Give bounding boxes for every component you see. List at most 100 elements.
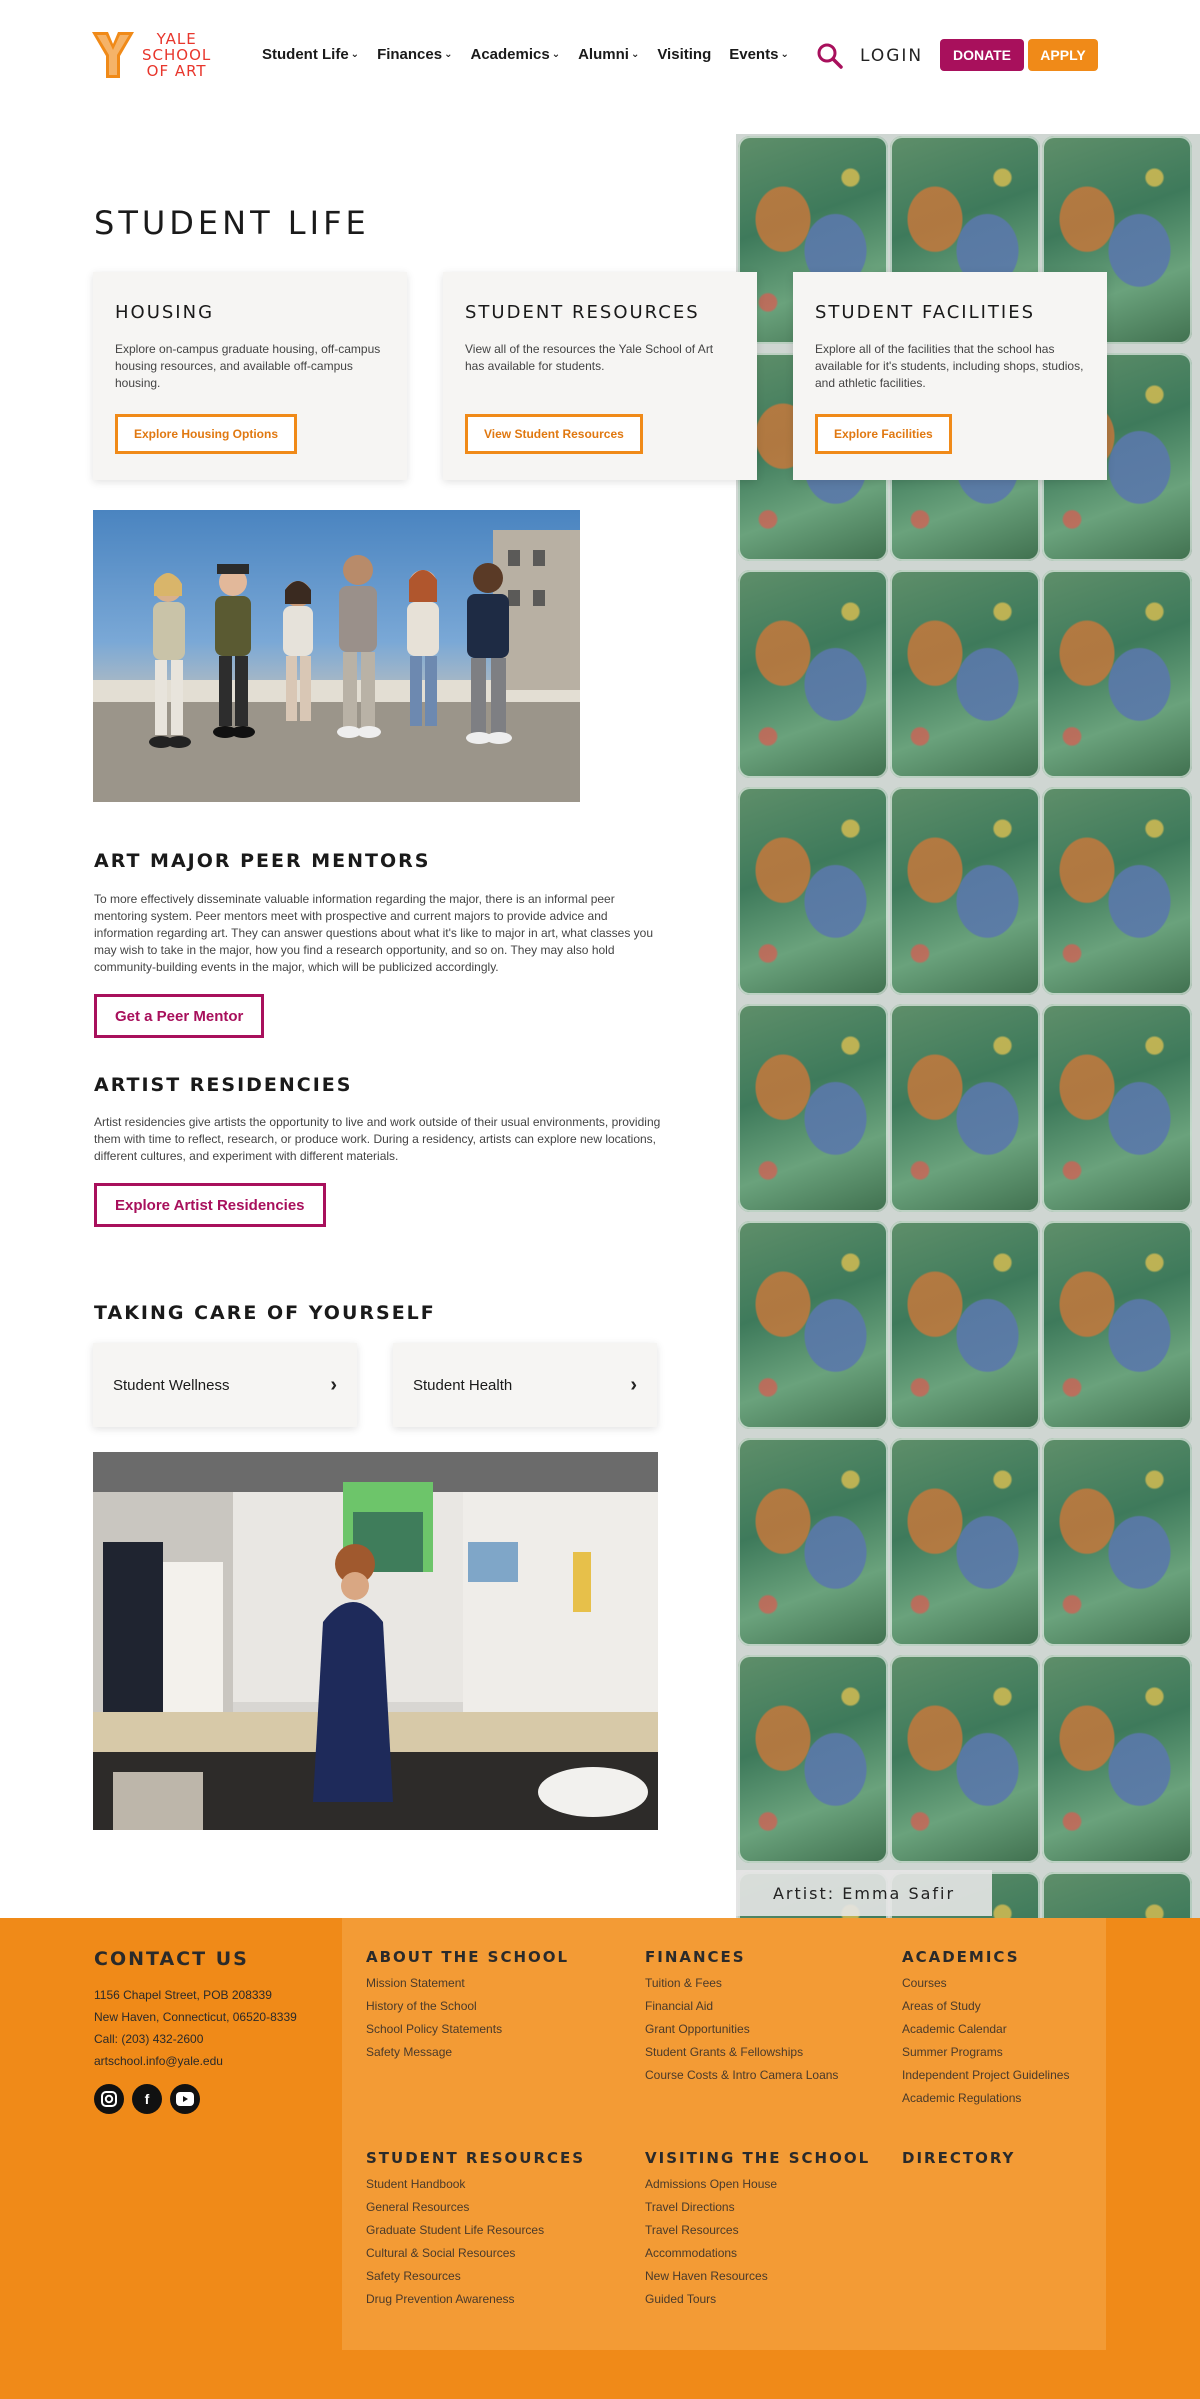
chevron-right-icon: › (330, 1373, 337, 1396)
footer-directory-heading[interactable]: DIRECTORY (902, 2149, 1015, 2167)
logo-line-3: OF ART (146, 62, 207, 80)
explore-housing-button[interactable]: Explore Housing Options (115, 414, 298, 454)
footer-about-heading: ABOUT THE SCHOOL (366, 1948, 570, 1966)
footer-link[interactable]: Cultural & Social Resources (366, 2242, 544, 2265)
care-label: Student Wellness (113, 1376, 230, 1394)
view-student-resources-button[interactable]: View Student Resources (465, 414, 643, 454)
card-title: STUDENT FACILITIES (815, 302, 1036, 323)
chevron-right-icon: › (630, 1373, 637, 1396)
footer-link[interactable]: Financial Aid (645, 1995, 838, 2018)
nav-alumni[interactable]: Alumni ⌄ (578, 46, 639, 63)
card-title: HOUSING (115, 302, 215, 323)
artwork-tile (1042, 1655, 1192, 1863)
footer-link[interactable]: Safety Resources (366, 2265, 544, 2288)
phone-number[interactable]: Call: (203) 432-2600 (94, 2028, 297, 2050)
students-photo-illustration (93, 530, 580, 802)
youtube-icon[interactable] (170, 2084, 200, 2114)
card-description: Explore all of the facilities that the s… (815, 342, 1084, 390)
artwork-tile (1042, 1221, 1192, 1429)
footer-link[interactable]: Mission Statement (366, 1972, 502, 1995)
footer-link[interactable]: Independent Project Guidelines (902, 2064, 1069, 2087)
artwork-tile (738, 1221, 888, 1429)
footer-link[interactable]: Travel Directions (645, 2196, 777, 2219)
artwork-tile (890, 1004, 1040, 1212)
address-line-2: New Haven, Connecticut, 06520-8339 (94, 2010, 297, 2024)
explore-facilities-button[interactable]: Explore Facilities (815, 414, 952, 454)
nav-finances[interactable]: Finances ⌄ (377, 46, 452, 63)
artwork-tile (738, 787, 888, 995)
nav-visiting[interactable]: Visiting (657, 46, 711, 63)
search-icon[interactable] (816, 42, 844, 70)
nav-academics[interactable]: Academics ⌄ (470, 46, 560, 63)
contact-us-heading: CONTACT US (94, 1948, 249, 1970)
footer-link[interactable]: Student Handbook (366, 2173, 544, 2196)
artwork-tile (890, 1438, 1040, 1646)
footer-link[interactable]: Guided Tours (645, 2288, 777, 2311)
footer-link[interactable]: Course Costs & Intro Camera Loans (645, 2064, 838, 2087)
artwork-tile (890, 1655, 1040, 1863)
artwork-tile (738, 1438, 888, 1646)
logo-line-2: SCHOOL (142, 46, 212, 64)
artwork-tile (1042, 787, 1192, 995)
logo-wordmark: YALE SCHOOL OF ART (142, 31, 211, 79)
footer-link[interactable]: Areas of Study (902, 1995, 1069, 2018)
nav-student-life[interactable]: Student Life ⌄ (262, 46, 359, 63)
nav-label: Student Life (262, 46, 349, 63)
footer-link[interactable]: History of the School (366, 1995, 502, 2018)
login-link[interactable]: LOGIN (860, 46, 923, 66)
chevron-down-icon: ⌄ (630, 49, 640, 60)
peer-mentors-text: To more effectively disseminate valuable… (94, 892, 654, 974)
chevron-down-icon: ⌄ (444, 49, 453, 60)
footer-link[interactable]: Student Grants & Fellowships (645, 2041, 838, 2064)
page-title: STUDENT LIFE (94, 204, 370, 242)
explore-artist-residencies-button[interactable]: Explore Artist Residencies (94, 1183, 326, 1227)
y-logo-icon (92, 32, 134, 78)
artwork-tile (738, 1655, 888, 1863)
logo-line-1: YALE (156, 30, 197, 48)
artwork-tile (890, 1221, 1040, 1429)
apply-button[interactable]: APPLY (1028, 39, 1098, 71)
footer-link[interactable]: Academic Calendar (902, 2018, 1069, 2041)
card-title: STUDENT RESOURCES (465, 302, 700, 323)
footer-link[interactable]: Graduate Student Life Resources (366, 2219, 544, 2242)
footer-link[interactable]: Tuition & Fees (645, 1972, 838, 1995)
artwork-tile (1042, 1004, 1192, 1212)
footer-student-resources-heading: STUDENT RESOURCES (366, 2149, 586, 2167)
artist-residencies-heading: ARTIST RESIDENCIES (94, 1074, 353, 1096)
artwork-tile (1042, 1872, 1192, 1918)
footer-link[interactable]: Travel Resources (645, 2219, 777, 2242)
yale-school-of-art-logo[interactable]: YALE SCHOOL OF ART (90, 30, 211, 80)
footer-about-links: Mission Statement History of the School … (366, 1972, 502, 2064)
artwork-tile (890, 570, 1040, 778)
footer-link[interactable]: Safety Message (366, 2041, 502, 2064)
instagram-icon[interactable] (94, 2084, 124, 2114)
footer-link[interactable]: School Policy Statements (366, 2018, 502, 2041)
peer-mentors-heading: ART MAJOR PEER MENTORS (94, 850, 431, 872)
footer-link[interactable]: Accommodations (645, 2242, 777, 2265)
nav-events[interactable]: Events ⌄ (729, 46, 789, 63)
donate-button[interactable]: DONATE (940, 39, 1024, 71)
student-wellness-link[interactable]: Student Wellness › (93, 1343, 357, 1427)
footer-visiting-heading: VISITING THE SCHOOL (645, 2149, 871, 2167)
nav-label: Events (729, 46, 779, 63)
footer-link[interactable]: Grant Opportunities (645, 2018, 838, 2041)
facebook-glyph: f (144, 2091, 150, 2107)
nav-label: Alumni (578, 46, 629, 63)
email-link[interactable]: artschool.info@yale.edu (94, 2050, 297, 2072)
card-description: View all of the resources the Yale Schoo… (465, 342, 714, 373)
footer-link[interactable]: General Resources (366, 2196, 544, 2219)
student-health-link[interactable]: Student Health › (393, 1343, 657, 1427)
site-header: YALE SCHOOL OF ART Student Life ⌄ Finance… (0, 0, 1200, 112)
footer-link[interactable]: New Haven Resources (645, 2265, 777, 2288)
footer-link[interactable]: Summer Programs (902, 2041, 1069, 2064)
footer-link[interactable]: Drug Prevention Awareness (366, 2288, 544, 2311)
get-peer-mentor-button[interactable]: Get a Peer Mentor (94, 994, 265, 1038)
care-label: Student Health (413, 1376, 513, 1394)
footer-academics-links: Courses Areas of Study Academic Calendar… (902, 1972, 1069, 2110)
facebook-icon[interactable]: f (132, 2084, 162, 2114)
footer-academics-heading: ACADEMICS (902, 1948, 1020, 1966)
footer-link[interactable]: Admissions Open House (645, 2173, 777, 2196)
taking-care-heading: TAKING CARE OF YOURSELF (94, 1302, 436, 1324)
footer-link[interactable]: Courses (902, 1972, 1069, 1995)
footer-link[interactable]: Academic Regulations (902, 2087, 1069, 2110)
